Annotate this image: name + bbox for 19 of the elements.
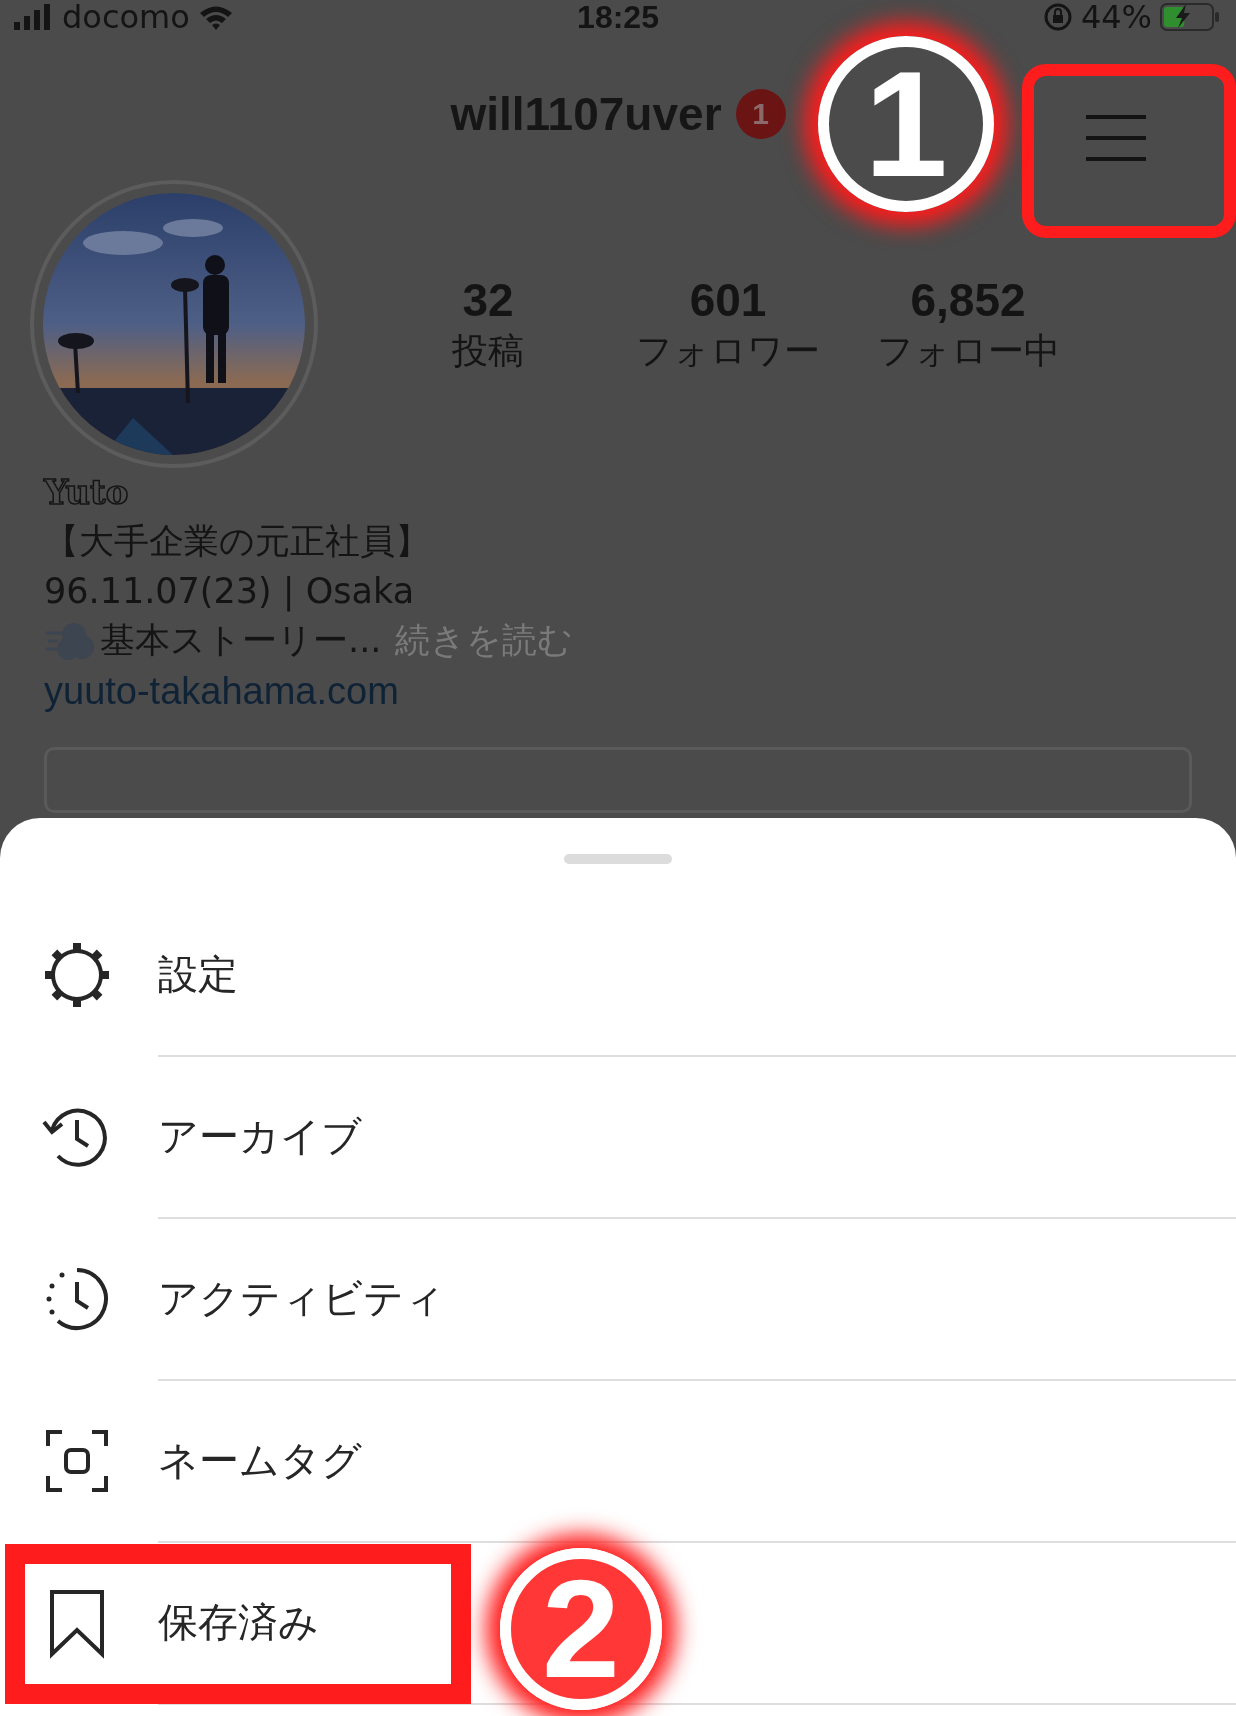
bio-line: 96.11.07(23) | Osaka: [44, 571, 415, 611]
stat-count[interactable]: 6,852: [910, 272, 1026, 327]
menu-item[interactable]: 設定: [158, 946, 238, 1002]
profile-name: Yuto: [44, 472, 129, 512]
menu-item[interactable]: 保存済み: [158, 1594, 319, 1650]
menu-item[interactable]: アクティビティ: [158, 1270, 445, 1326]
stat-count[interactable]: 32: [462, 272, 514, 327]
step-number: 1: [818, 36, 994, 212]
menu-item[interactable]: アーカイブ: [158, 1108, 362, 1164]
carrier-name: docomo: [62, 0, 190, 34]
sheet-handle[interactable]: [564, 854, 672, 864]
notification-badge: 1: [735, 89, 786, 139]
status-time: 18:25: [577, 0, 659, 34]
website-link[interactable]: yuuto-takahama.com: [44, 670, 399, 713]
stat-label[interactable]: 投稿: [452, 326, 524, 376]
rotation-lock-icon: [1042, 2, 1073, 32]
battery-percent: 44%: [1080, 0, 1152, 34]
menu-item[interactable]: ネームタグ: [158, 1432, 362, 1488]
stat-count[interactable]: 601: [689, 272, 767, 327]
